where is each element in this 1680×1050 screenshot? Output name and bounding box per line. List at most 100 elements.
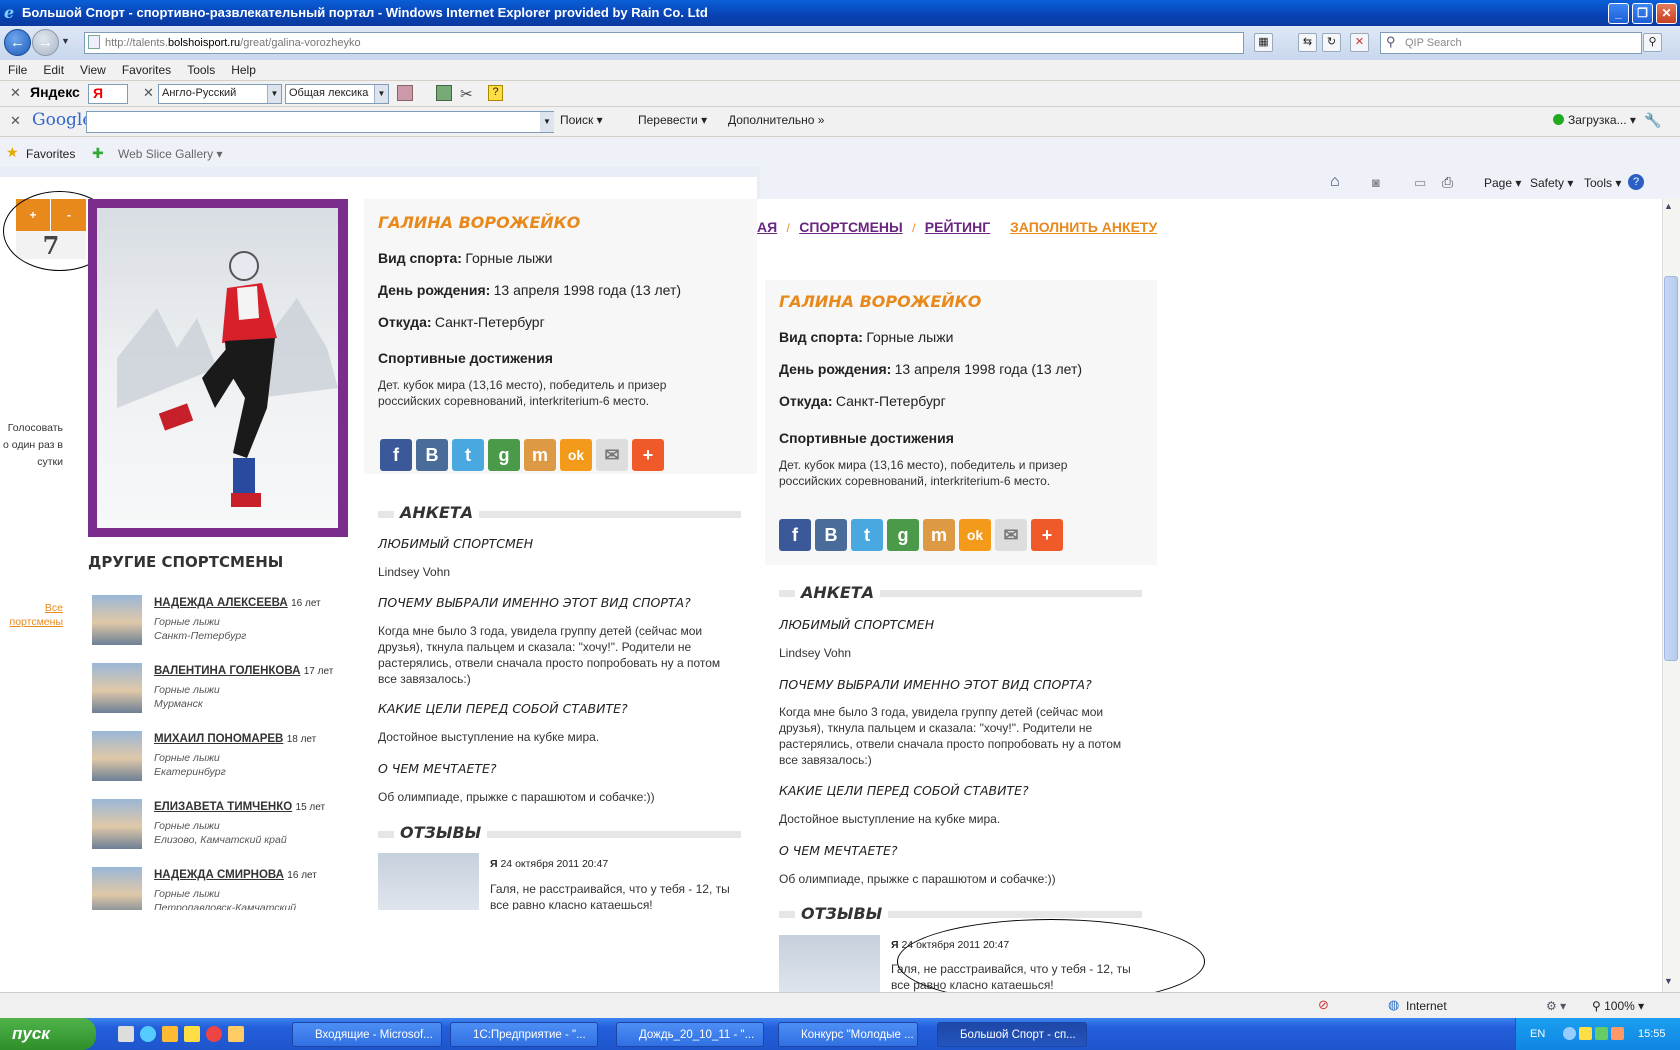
athlete-link[interactable]: МИХАИЛ ПОНОМАРЕВ	[154, 733, 283, 745]
app-icon[interactable]	[206, 1026, 222, 1042]
tool-icon[interactable]	[436, 85, 452, 101]
menu-favorites[interactable]: Favorites	[114, 60, 179, 80]
language-indicator[interactable]: EN	[1530, 1028, 1545, 1040]
forward-button[interactable]: →	[32, 29, 59, 56]
nav-athletes-link[interactable]: СПОРТСМЕНЫ	[799, 219, 903, 235]
feed-icon[interactable]: ⇆	[1298, 33, 1317, 52]
menu-view[interactable]: View	[72, 60, 114, 80]
desktop-icon[interactable]	[118, 1026, 134, 1042]
mail-icon[interactable]: ▭	[1414, 175, 1426, 191]
email-share-icon[interactable]: ✉	[995, 519, 1027, 551]
more-share-icon[interactable]: +	[632, 439, 664, 471]
taskbar-item-active[interactable]: Большой Спорт - сп...	[937, 1022, 1087, 1047]
language-select[interactable]: Англо-Русский ▼	[158, 84, 282, 104]
rss-icon[interactable]: ◙	[1372, 175, 1380, 190]
tray-icon[interactable]	[1579, 1027, 1592, 1040]
chevron-down-icon[interactable]: ▼	[540, 112, 554, 132]
athlete-link[interactable]: НАДЕЖДА АЛЕКСЕЕВА	[154, 597, 288, 609]
google-share-icon[interactable]: g	[887, 519, 919, 551]
close-toolbar-icon[interactable]: ✕	[10, 113, 21, 129]
google-share-icon[interactable]: g	[488, 439, 520, 471]
mailru-share-icon[interactable]: m	[923, 519, 955, 551]
add-favorite-icon[interactable]: ✚	[92, 145, 104, 162]
minimize-button[interactable]: _	[1608, 3, 1629, 24]
taskbar-item[interactable]: Конкурс "Молодые ...	[778, 1022, 918, 1047]
odnoklassniki-share-icon[interactable]: ok	[959, 519, 991, 551]
web-slice-gallery[interactable]: Web Slice Gallery ▾	[118, 147, 223, 161]
taskbar-item[interactable]: Входящие - Microsof...	[292, 1022, 442, 1047]
stop-icon[interactable]: ✕	[1350, 33, 1369, 52]
favorites-button[interactable]: Favorites	[26, 147, 75, 161]
yandex-brand[interactable]: Яндекс	[30, 84, 80, 100]
taskbar-item[interactable]: 1С:Предприятие - "...	[450, 1022, 598, 1047]
google-search-input[interactable]	[86, 111, 554, 133]
athlete-link[interactable]: НАДЕЖДА СМИРНОВА	[154, 869, 284, 881]
compat-icon[interactable]: ▦	[1254, 33, 1273, 52]
menu-tools[interactable]: Tools	[179, 60, 223, 80]
facebook-share-icon[interactable]: f	[779, 519, 811, 551]
app-icon[interactable]	[228, 1026, 244, 1042]
refresh-icon[interactable]: ↻	[1322, 33, 1341, 52]
outlook-icon[interactable]	[162, 1026, 178, 1042]
history-dropdown-icon[interactable]: ▼	[61, 36, 70, 46]
close-toolbar-icon[interactable]: ✕	[10, 85, 21, 101]
ie-icon[interactable]	[140, 1026, 156, 1042]
favorites-star-icon[interactable]: ★	[6, 144, 19, 161]
menu-edit[interactable]: Edit	[35, 60, 72, 80]
taskbar-item[interactable]: Дождь_20_10_11 - "...	[616, 1022, 764, 1047]
twitter-share-icon[interactable]: t	[851, 519, 883, 551]
scroll-up-icon[interactable]: ▲	[1664, 201, 1673, 211]
menu-help[interactable]: Help	[223, 60, 264, 80]
dictionary-select[interactable]: Общая лексика ▼	[285, 84, 389, 104]
odnoklassniki-share-icon[interactable]: ok	[560, 439, 592, 471]
all-athletes-link[interactable]: Все портсмены	[0, 601, 63, 629]
facebook-share-icon[interactable]: f	[380, 439, 412, 471]
fill-form-link[interactable]: ЗАПОЛНИТЬ АНКЕТУ	[1010, 219, 1157, 235]
close-button[interactable]: ✕	[1656, 3, 1677, 24]
vkontakte-share-icon[interactable]: B	[815, 519, 847, 551]
more-share-icon[interactable]: +	[1031, 519, 1063, 551]
back-button[interactable]: ←	[4, 29, 31, 56]
nav-partial-link[interactable]: АЯ	[757, 219, 777, 235]
search-go-icon[interactable]: ⚲	[1643, 33, 1662, 52]
qip-search-input[interactable]: QIP Search	[1380, 32, 1642, 54]
tools-menu[interactable]: Tools ▾	[1584, 176, 1621, 190]
dictionary-icon[interactable]	[397, 85, 413, 101]
tray-icon[interactable]	[1595, 1027, 1608, 1040]
mailru-share-icon[interactable]: m	[524, 439, 556, 471]
google-search-button[interactable]: Поиск ▾	[560, 113, 603, 127]
close-icon[interactable]: ✕	[143, 85, 154, 101]
address-bar[interactable]: http://talents.bolshoisport.ru/great/gal…	[84, 32, 1244, 54]
start-button[interactable]: пуск	[0, 1018, 96, 1050]
help-icon[interactable]: ?	[488, 85, 503, 101]
loading-menu[interactable]: Загрузка... ▾	[1568, 113, 1636, 127]
more-button[interactable]: Дополнительно »	[728, 113, 824, 127]
athlete-link[interactable]: ВАЛЕНТИНА ГОЛЕНКОВА	[154, 665, 300, 677]
settings-icon[interactable]: ✂	[460, 85, 473, 103]
page-menu[interactable]: Page ▾	[1484, 176, 1521, 190]
vkontakte-share-icon[interactable]: B	[416, 439, 448, 471]
reviews-title: ОТЗЫВЫ	[394, 823, 488, 842]
tray-icon[interactable]	[1563, 1027, 1576, 1040]
tray-icon[interactable]	[1611, 1027, 1624, 1040]
protected-mode-icon[interactable]: ⚙ ▾	[1546, 999, 1566, 1013]
app-icon[interactable]	[184, 1026, 200, 1042]
zoom-control[interactable]: ⚲ 100% ▾	[1592, 999, 1644, 1013]
yandex-search-box[interactable]: Я	[88, 84, 128, 104]
twitter-share-icon[interactable]: t	[452, 439, 484, 471]
print-icon[interactable]: ⎙	[1442, 174, 1453, 191]
scroll-down-icon[interactable]: ▼	[1664, 976, 1673, 986]
home-icon[interactable]: ⌂	[1330, 173, 1340, 191]
scrollbar-thumb[interactable]	[1664, 276, 1678, 661]
athlete-link[interactable]: ЕЛИЗАВЕТА ТИМЧЕНКО	[154, 801, 292, 813]
menu-file[interactable]: File	[0, 60, 35, 80]
safety-menu[interactable]: Safety ▾	[1530, 176, 1573, 190]
maximize-button[interactable]: ❐	[1632, 3, 1653, 24]
birthday-value: 13 апреля 1998 года (13 лет)	[493, 282, 682, 298]
translate-button[interactable]: Перевести ▾	[638, 113, 707, 127]
wrench-icon[interactable]: 🔧	[1644, 112, 1661, 129]
nav-rating-link[interactable]: РЕЙТИНГ	[925, 219, 990, 235]
answer-line: все завязалось:)	[378, 672, 471, 686]
email-share-icon[interactable]: ✉	[596, 439, 628, 471]
help-icon[interactable]: ?	[1628, 174, 1644, 190]
